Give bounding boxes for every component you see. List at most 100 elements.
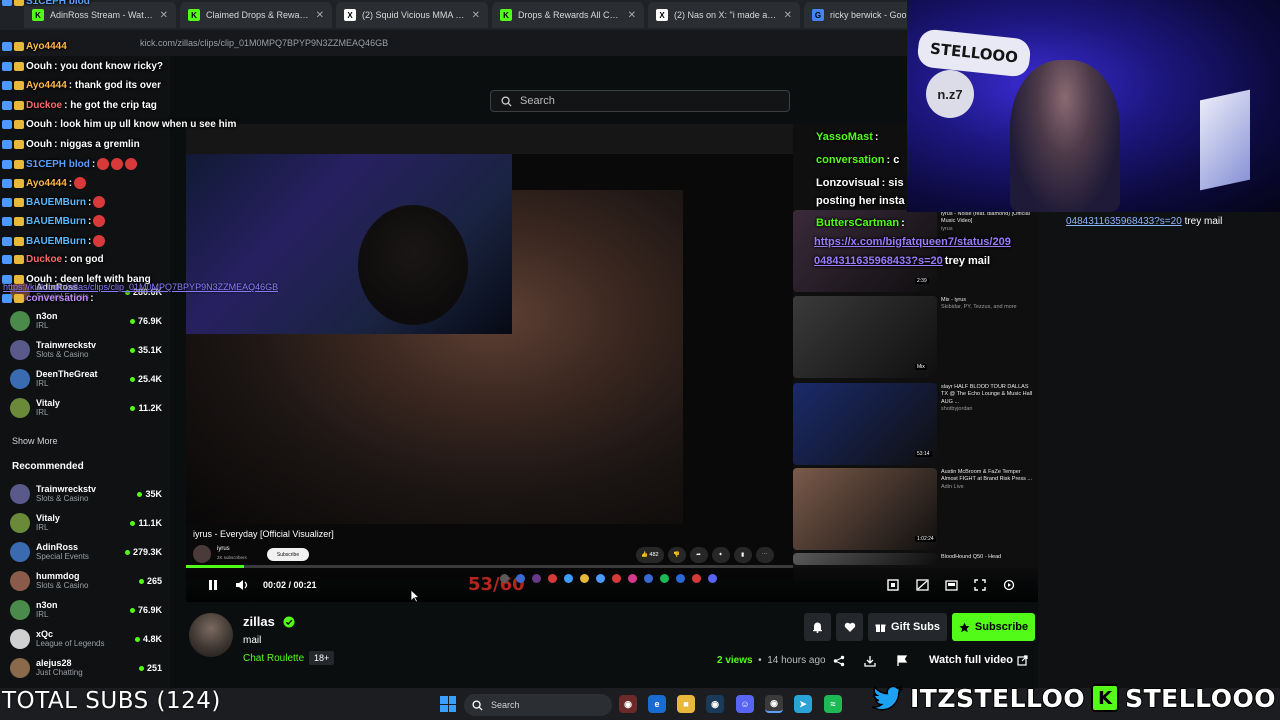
- spotify-app-icon[interactable]: ≈: [824, 695, 842, 713]
- channel-text: n3on IRL: [36, 601, 130, 620]
- chat-username[interactable]: Ayo4444: [26, 178, 67, 189]
- report-button[interactable]: [894, 653, 910, 669]
- download-button[interactable]: [862, 653, 878, 669]
- browser-tab[interactable]: K Claimed Drops & Rewards - Ki ✕: [180, 2, 332, 28]
- sidebar-channel[interactable]: Vitaly IRL 11.1K: [10, 509, 162, 537]
- chat-clip-link[interactable]: https://kick.com/zillas/clips/clip_01M0M…: [3, 282, 278, 292]
- replay-button[interactable]: [1002, 578, 1016, 592]
- overlay-chat-message: Lonzovisual: sis: [816, 177, 904, 189]
- live-dot-icon: [138, 578, 144, 584]
- chat-emote-icon: [111, 158, 124, 170]
- chat-emote-icon: [74, 177, 87, 189]
- channel-text: n3on IRL: [36, 312, 130, 331]
- moderator-badge-icon: [2, 178, 12, 188]
- chat-message: S1CEPH blod: [2, 0, 92, 7]
- watch-full-video-link[interactable]: Watch full video: [929, 654, 1028, 666]
- sidebar-channel[interactable]: xQc League of Legends 4.8K: [10, 625, 162, 653]
- chat-username[interactable]: S1CEPH blod: [26, 0, 90, 7]
- category-link[interactable]: Chat Roulette: [243, 653, 304, 664]
- show-more-link[interactable]: Show More: [12, 436, 58, 446]
- chat-text: : on god: [64, 254, 104, 265]
- channel-avatar[interactable]: [189, 613, 233, 657]
- share-button[interactable]: [831, 653, 847, 669]
- chat-username[interactable]: conversation: [26, 293, 88, 304]
- avatar: [10, 513, 30, 533]
- browser-tab[interactable]: X (2) Nas on X: "i made a game ✕: [648, 2, 800, 28]
- overlay-chat-link-part[interactable]: 0484311635968433?s=20: [814, 255, 943, 267]
- sidebar-channel[interactable]: n3on IRL 76.9K: [10, 596, 162, 624]
- progress-track[interactable]: [186, 565, 793, 568]
- notify-button[interactable]: [804, 613, 831, 641]
- channel-text: DeenTheGreat IRL: [36, 370, 130, 389]
- moderator-badge-icon: [2, 216, 12, 226]
- file-explorer-icon[interactable]: ■: [677, 695, 695, 713]
- viewer-count: 265: [138, 576, 162, 586]
- subscriber-badge-icon: [14, 236, 24, 246]
- chat-username[interactable]: S1CEPH blod: [26, 159, 90, 170]
- right-chat-link[interactable]: 0484311635968433?s=20: [1066, 216, 1182, 227]
- search-input[interactable]: Search: [490, 90, 790, 112]
- chat-username[interactable]: Ayo4444: [26, 41, 67, 52]
- live-dot-icon: [137, 491, 143, 497]
- viewer-count: 11.1K: [130, 518, 162, 528]
- yt-share-icon: ➦: [689, 547, 708, 563]
- address-bar[interactable]: kick.com/zillas/clips/clip_01M0MPQ7BPYP9…: [0, 30, 907, 56]
- gift-subs-button[interactable]: Gift Subs: [868, 613, 947, 641]
- pause-button[interactable]: [206, 578, 220, 592]
- chat-username[interactable]: Duckoe: [26, 100, 62, 111]
- chat-username[interactable]: Oouh: [26, 139, 52, 150]
- subscribe-label: Subscribe: [974, 621, 1029, 633]
- clip-button[interactable]: [886, 578, 900, 592]
- obs-app-icon[interactable]: ◉: [619, 695, 637, 713]
- channel-category: Slots & Casino: [36, 580, 89, 590]
- tab-close-icon[interactable]: ✕: [160, 10, 168, 21]
- steam-app-icon[interactable]: ◉: [706, 695, 724, 713]
- theater-icon: [944, 579, 958, 591]
- tab-close-icon[interactable]: ✕: [784, 10, 792, 21]
- follow-button[interactable]: [836, 613, 863, 641]
- chat-username[interactable]: BAUEMBurn: [26, 216, 86, 227]
- live-dot-icon: [129, 376, 135, 382]
- recommended-heading: Recommended: [12, 461, 84, 472]
- fullscreen-button[interactable]: [973, 578, 987, 592]
- sidebar-channel[interactable]: Trainwreckstv Slots & Casino 35.1K: [10, 336, 162, 364]
- sidebar-channel[interactable]: Vitaly IRL 11.2K: [10, 394, 162, 422]
- tab-close-icon[interactable]: ✕: [472, 10, 480, 21]
- browser-tab[interactable]: K Drops & Rewards All Campaig ✕: [492, 2, 644, 28]
- sidebar-channel[interactable]: AdinRoss Special Events 279.3K: [10, 538, 162, 566]
- overlay-chat-link[interactable]: https://x.com/bigfatqueen7/status/209: [814, 236, 1011, 248]
- chrome-app-icon[interactable]: ◉: [765, 695, 783, 713]
- settings-button[interactable]: [915, 578, 929, 592]
- yt-duration-badge: 53:14: [915, 451, 932, 457]
- taskbar-search-input[interactable]: Search: [464, 694, 612, 716]
- telegram-app-icon[interactable]: ➤: [794, 695, 812, 713]
- sidebar-channel[interactable]: hummdog Slots & Casino 265: [10, 567, 162, 595]
- discord-app-icon[interactable]: ☺: [736, 695, 754, 713]
- heart-icon: [844, 622, 855, 632]
- sidebar-channel[interactable]: Trainwreckstv Slots & Casino 35K: [10, 480, 162, 508]
- subscribe-button[interactable]: Subscribe: [952, 613, 1035, 641]
- chat-username[interactable]: BAUEMBurn: [26, 197, 86, 208]
- tab-close-icon[interactable]: ✕: [316, 10, 324, 21]
- browser-tab[interactable]: X (2) Squid Vicious MMA on X ✕: [336, 2, 488, 28]
- sidebar-channel[interactable]: alejus28 Just Chatting 251: [10, 654, 162, 682]
- subscriber-badge-icon: [14, 159, 24, 169]
- sidebar-channel[interactable]: n3on IRL 76.9K: [10, 307, 162, 335]
- tab-close-icon[interactable]: ✕: [628, 10, 636, 21]
- yt-video-info: BloodHound Q50 - Head: [941, 554, 1036, 561]
- chat-username[interactable]: BAUEMBurn: [26, 236, 86, 247]
- tab-favicon-icon: X: [656, 9, 668, 21]
- chat-username[interactable]: Ayo4444: [26, 80, 67, 91]
- chat-username[interactable]: Oouh: [26, 119, 52, 130]
- sidebar-channel[interactable]: DeenTheGreat IRL 25.4K: [10, 365, 162, 393]
- channel-name[interactable]: zillas: [243, 614, 275, 629]
- chat-username[interactable]: Duckoe: [26, 254, 62, 265]
- edge-app-icon[interactable]: e: [648, 695, 666, 713]
- chat-username[interactable]: Oouh: [26, 61, 52, 72]
- chat-emote-icon: [93, 215, 106, 227]
- chat-message: Oouh: niggas a gremlin: [2, 139, 140, 150]
- volume-button[interactable]: [235, 578, 249, 592]
- start-menu-button[interactable]: [440, 696, 456, 712]
- theater-mode-button[interactable]: [944, 578, 958, 592]
- live-dot-icon: [134, 636, 140, 642]
